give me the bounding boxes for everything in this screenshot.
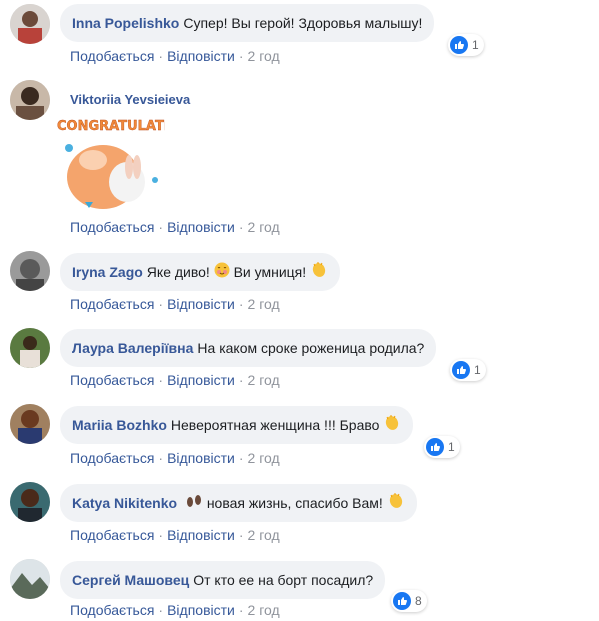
reaction-count-value: 8 [415, 594, 422, 608]
comment-text: От кто ее на борт посадил? [193, 572, 374, 588]
like-button[interactable]: Подобається [70, 48, 154, 64]
comment-text: Невероятная женщина !!! Браво [170, 417, 380, 433]
like-reaction-icon [452, 361, 470, 379]
like-button[interactable]: Подобається [70, 372, 154, 388]
like-reaction-icon [450, 36, 468, 54]
reaction-count-value: 1 [472, 38, 479, 52]
avatar[interactable] [10, 482, 50, 522]
reaction-count-value: 1 [448, 440, 455, 454]
like-reaction-icon [426, 438, 444, 456]
reaction-count[interactable]: 1 [424, 436, 460, 458]
sticker-text: CONGRATULATIONS [57, 119, 165, 134]
comment-actions: Подобається · Відповісти · 2 год [70, 602, 280, 618]
comment-text: Супер! Вы герой! Здоровья малышу! [183, 15, 423, 31]
avatar[interactable] [10, 559, 50, 599]
timestamp[interactable]: 2 год [248, 372, 280, 388]
reaction-count[interactable]: 1 [448, 34, 484, 56]
timestamp[interactable]: 2 год [248, 296, 280, 312]
comment-author[interactable]: Сергей Машовец [72, 572, 189, 588]
comment-author[interactable]: Iryna Zago [72, 264, 143, 280]
timestamp[interactable]: 2 год [248, 527, 280, 543]
comment-author[interactable]: Katya Nikitenko [72, 495, 177, 511]
comment-actions: Подобається · Відповісти · 2 год [70, 450, 280, 466]
like-button[interactable]: Подобається [70, 296, 154, 312]
reaction-count[interactable]: 8 [391, 590, 427, 612]
timestamp[interactable]: 2 год [248, 450, 280, 466]
comment-bubble: Inna Popelishko Супер! Вы герой! Здоровья… [60, 4, 435, 42]
comment-text: новая жизнь, спасибо Вам! [206, 495, 383, 511]
like-reaction-icon [393, 592, 411, 610]
blushing-face-icon [214, 254, 230, 292]
comment-bubble: Katya Nikitenko новая жизнь, спасибо Вам… [60, 484, 417, 522]
comment-author[interactable]: Лаура Валеріївна [72, 340, 193, 356]
avatar[interactable] [10, 80, 50, 120]
reply-button[interactable]: Відповісти [167, 219, 235, 235]
comment-bubble: Сергей Машовец От кто ее на борт посадил? [60, 561, 386, 599]
like-button[interactable]: Подобається [70, 450, 154, 466]
avatar[interactable] [10, 251, 50, 291]
timestamp[interactable]: 2 год [248, 602, 280, 618]
comment-author[interactable]: Inna Popelishko [72, 15, 179, 31]
avatar[interactable] [10, 404, 50, 444]
avatar[interactable] [10, 328, 50, 368]
comment-text: На каком сроке роженица родила? [197, 340, 425, 356]
comment-actions: Подобається · Відповісти · 2 год [70, 527, 280, 543]
reaction-count[interactable]: 1 [450, 359, 486, 381]
comment-bubble: Лаура Валеріївна На каком сроке роженица … [60, 329, 437, 367]
reply-button[interactable]: Відповісти [167, 48, 235, 64]
reply-button[interactable]: Відповісти [167, 602, 235, 618]
comment-actions: Подобається · Відповісти · 2 год [70, 48, 280, 64]
comment-actions: Подобається · Відповісти · 2 год [70, 296, 280, 312]
like-button[interactable]: Подобається [70, 219, 154, 235]
reply-button[interactable]: Відповісти [167, 450, 235, 466]
comment-bubble: Iryna Zago Яке диво! Ви умниця! [60, 253, 341, 292]
clapping-hands-icon [387, 485, 405, 523]
comment-text: Яке диво! [146, 264, 210, 280]
footprints-icon [185, 485, 203, 523]
clapping-hands-icon [383, 407, 401, 445]
like-button[interactable]: Подобається [70, 602, 154, 618]
timestamp[interactable]: 2 год [248, 219, 280, 235]
comment-actions: Подобається · Відповісти · 2 год [70, 219, 280, 235]
comment-author[interactable]: Mariia Bozhko [72, 417, 167, 433]
reply-button[interactable]: Відповісти [167, 296, 235, 312]
like-button[interactable]: Подобається [70, 527, 154, 543]
reply-button[interactable]: Відповісти [167, 372, 235, 388]
comment-text: Ви умниця! [233, 264, 307, 280]
comment-actions: Подобається · Відповісти · 2 год [70, 372, 280, 388]
reaction-count-value: 1 [474, 363, 481, 377]
clapping-hands-icon [310, 254, 328, 292]
sticker-image: CONGRATULATIONS [55, 112, 200, 214]
reply-button[interactable]: Відповісти [167, 527, 235, 543]
comment-author[interactable]: Viktoriia Yevsieieva [70, 92, 190, 107]
timestamp[interactable]: 2 год [248, 48, 280, 64]
comment-bubble: Mariia Bozhko Невероятная женщина !!! Бра… [60, 406, 414, 445]
avatar[interactable] [10, 4, 50, 44]
